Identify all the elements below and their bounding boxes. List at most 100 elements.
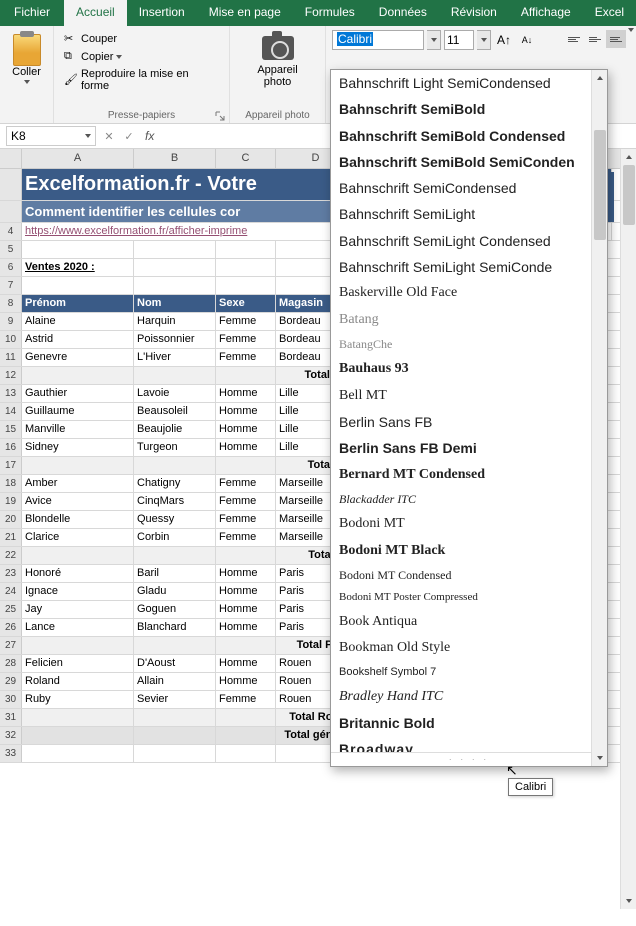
row-header[interactable]: 33 xyxy=(0,745,22,762)
cut-button[interactable]: ✂Couper xyxy=(60,30,223,48)
fx-icon[interactable]: fx xyxy=(139,129,160,143)
row-header[interactable]: 9 xyxy=(0,313,22,330)
cell[interactable]: Beausoleil xyxy=(134,403,216,420)
scroll-down-button[interactable] xyxy=(592,750,607,766)
font-size-dropdown[interactable] xyxy=(477,30,491,50)
cell[interactable]: Homme xyxy=(216,565,276,582)
font-list-item[interactable]: Bahnschrift SemiLight Condensed xyxy=(331,228,607,254)
row-header[interactable]: 13 xyxy=(0,385,22,402)
cell[interactable]: Alaine xyxy=(22,313,134,330)
cell[interactable]: Manville xyxy=(22,421,134,438)
copy-button[interactable]: ⧉Copier xyxy=(60,48,223,66)
col-header[interactable]: C xyxy=(216,149,276,168)
cell[interactable]: Femme xyxy=(216,691,276,708)
row-header[interactable]: 7 xyxy=(0,277,22,294)
row-header[interactable]: 5 xyxy=(0,241,22,258)
cell[interactable]: Homme xyxy=(216,583,276,600)
font-list-item[interactable]: Bell MT xyxy=(331,383,607,409)
font-list-item[interactable]: Berlin Sans FB xyxy=(331,409,607,435)
cell[interactable]: Felicien xyxy=(22,655,134,672)
cell[interactable]: Beaujolie xyxy=(134,421,216,438)
cell[interactable]: Ignace xyxy=(22,583,134,600)
row-header[interactable] xyxy=(0,201,22,222)
cell[interactable]: Corbin xyxy=(134,529,216,546)
paste-button[interactable]: Coller xyxy=(6,30,47,88)
tab-home[interactable]: Accueil xyxy=(64,0,127,26)
font-list-item[interactable]: Blackadder ITC xyxy=(331,488,607,511)
font-list-item[interactable]: Bodoni MT Black xyxy=(331,538,607,564)
cell[interactable]: Chatigny xyxy=(134,475,216,492)
cell[interactable]: Ruby xyxy=(22,691,134,708)
cell[interactable]: Guillaume xyxy=(22,403,134,420)
scroll-down-button[interactable] xyxy=(621,893,636,909)
row-header[interactable]: 16 xyxy=(0,439,22,456)
select-all-corner[interactable] xyxy=(0,149,22,168)
row-header[interactable]: 11 xyxy=(0,349,22,366)
cell[interactable]: Homme xyxy=(216,421,276,438)
cell[interactable]: Femme xyxy=(216,475,276,492)
cell[interactable]: Roland xyxy=(22,673,134,690)
font-list-item[interactable]: Book Antiqua xyxy=(331,609,607,635)
cell[interactable]: Sevier xyxy=(134,691,216,708)
cell[interactable]: Avice xyxy=(22,493,134,510)
row-header[interactable]: 6 xyxy=(0,259,22,276)
row-header[interactable]: 10 xyxy=(0,331,22,348)
row-header[interactable] xyxy=(0,169,22,200)
font-list-item[interactable]: Bahnschrift SemiBold SemiConden xyxy=(331,149,607,175)
font-list-item[interactable]: Bahnschrift SemiBold Condensed xyxy=(331,123,607,149)
font-list-item[interactable]: Bahnschrift Light SemiCondensed xyxy=(331,70,607,96)
cell[interactable]: Femme xyxy=(216,511,276,528)
font-list-item[interactable]: Britannic Bold xyxy=(331,710,607,736)
name-box[interactable]: K8 xyxy=(6,126,96,146)
row-header[interactable]: 22 xyxy=(0,547,22,564)
cell[interactable]: Blondelle xyxy=(22,511,134,528)
font-list-item[interactable]: Baskerville Old Face xyxy=(331,280,607,306)
row-header[interactable]: 4 xyxy=(0,223,22,240)
font-list-item[interactable]: Bradley Hand ITC xyxy=(331,684,607,710)
font-list-item[interactable]: Bodoni MT xyxy=(331,511,607,537)
cell[interactable]: Homme xyxy=(216,403,276,420)
cell[interactable]: Allain xyxy=(134,673,216,690)
row-header[interactable]: 24 xyxy=(0,583,22,600)
col-header[interactable]: B xyxy=(134,149,216,168)
cell[interactable]: Homme xyxy=(216,439,276,456)
row-header[interactable]: 20 xyxy=(0,511,22,528)
row-header[interactable]: 19 xyxy=(0,493,22,510)
chevron-down-icon[interactable] xyxy=(628,28,634,32)
increase-font-button[interactable]: A↑ xyxy=(494,30,514,50)
cell[interactable]: Gladu xyxy=(134,583,216,600)
row-header[interactable]: 23 xyxy=(0,565,22,582)
row-header[interactable]: 12 xyxy=(0,367,22,384)
row-header[interactable]: 29 xyxy=(0,673,22,690)
dialog-launcher-icon[interactable] xyxy=(215,111,225,121)
cell[interactable]: Femme xyxy=(216,349,276,366)
row-header[interactable]: 18 xyxy=(0,475,22,492)
cell[interactable]: Femme xyxy=(216,529,276,546)
font-list-item[interactable]: Bernard MT Condensed xyxy=(331,462,607,488)
font-list-item[interactable]: Bahnschrift SemiLight xyxy=(331,201,607,227)
cell[interactable]: Amber xyxy=(22,475,134,492)
tab-review[interactable]: Révision xyxy=(439,0,509,26)
format-painter-button[interactable]: 🖌Reproduire la mise en forme xyxy=(60,66,223,94)
cell[interactable]: Lavoie xyxy=(134,385,216,402)
tab-data[interactable]: Données xyxy=(367,0,439,26)
cell[interactable]: Jay xyxy=(22,601,134,618)
tab-formulas[interactable]: Formules xyxy=(293,0,367,26)
row-header[interactable]: 8 xyxy=(0,295,22,312)
cell[interactable]: Homme xyxy=(216,601,276,618)
row-header[interactable]: 27 xyxy=(0,637,22,654)
cell[interactable]: Homme xyxy=(216,673,276,690)
font-list-item[interactable]: Batang xyxy=(331,307,607,333)
cell[interactable]: Quessy xyxy=(134,511,216,528)
tab-view[interactable]: Affichage xyxy=(509,0,583,26)
cell[interactable]: Blanchard xyxy=(134,619,216,636)
cell[interactable]: Clarice xyxy=(22,529,134,546)
cancel-formula-button[interactable]: ✕ xyxy=(99,126,119,146)
font-list-item[interactable]: Berlin Sans FB Demi xyxy=(331,435,607,461)
scroll-up-button[interactable] xyxy=(621,149,636,165)
tab-file[interactable]: Fichier xyxy=(0,0,64,26)
cell[interactable]: Goguen xyxy=(134,601,216,618)
row-header[interactable]: 25 xyxy=(0,601,22,618)
row-header[interactable]: 30 xyxy=(0,691,22,708)
row-header[interactable]: 15 xyxy=(0,421,22,438)
